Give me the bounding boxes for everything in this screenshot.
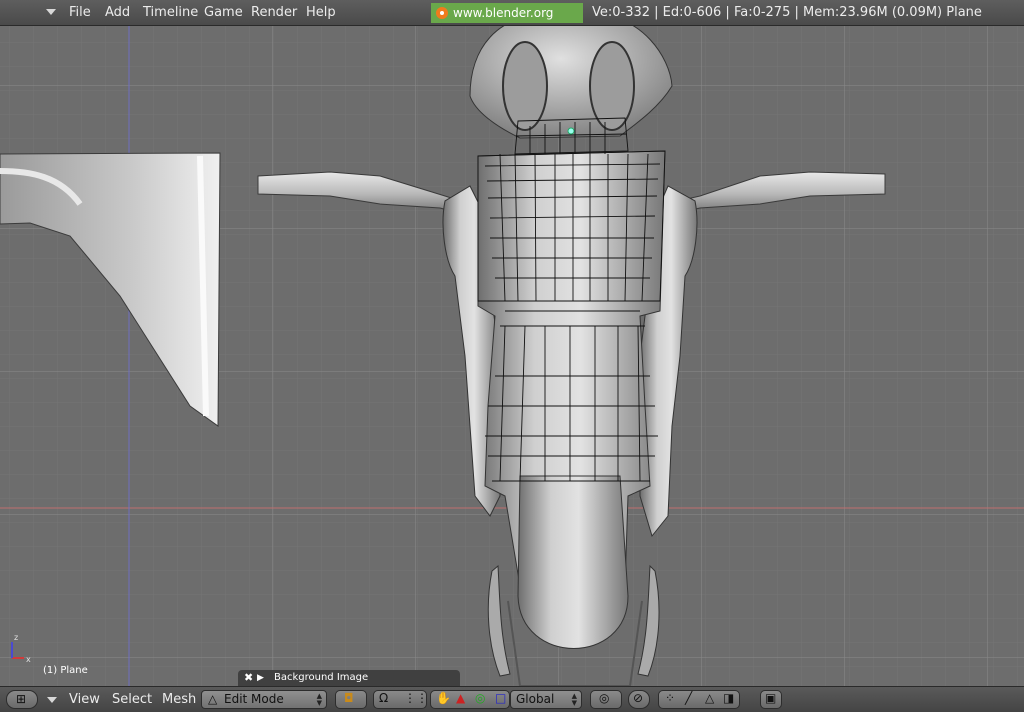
viewport-header: ⊞ View Select Mesh △ Edit Mode ▲ ▼ ◘ Ω ⋮⋮… [0, 686, 1024, 712]
object-name-label: (1) Plane [43, 665, 88, 676]
rotate-icon[interactable]: ◎ [475, 691, 485, 705]
orientation-dropdown[interactable]: Global ▲ ▼ [510, 690, 582, 709]
pivot-icon: Ω [379, 691, 389, 705]
menu-select[interactable]: Select [112, 692, 152, 707]
edit-mode-icon: △ [208, 692, 218, 706]
edge-select-icon[interactable]: ╱ [685, 691, 692, 705]
mode-value: Edit Mode [224, 692, 284, 706]
header-collapse-icon[interactable] [46, 9, 56, 15]
top-header: File Add Timeline Game Render Help www.b… [0, 0, 1024, 40]
image-icon: ▣ [765, 691, 777, 705]
background-image-label: Background Image [274, 672, 369, 683]
menu-file[interactable]: File [69, 5, 91, 20]
close-icon[interactable]: ✖ [244, 670, 253, 686]
mode-dropdown[interactable]: △ Edit Mode ▲ ▼ [201, 690, 327, 709]
translate-icon[interactable]: ▲ [456, 691, 465, 705]
grid-view-icon: ⊞ [16, 692, 27, 706]
menu-help[interactable]: Help [306, 5, 336, 20]
dropdown-arrows-icon: ▲ ▼ [571, 692, 577, 707]
hand-icon[interactable]: ✋ [436, 691, 451, 705]
3d-viewport[interactable]: x z [0, 15, 1024, 687]
proportional-icon: ◎ [599, 691, 610, 705]
header-collapse-icon[interactable] [47, 697, 57, 703]
orientation-value: Global [516, 692, 555, 706]
menu-mesh[interactable]: Mesh [162, 692, 196, 707]
draw-type-button[interactable]: ◘ [335, 690, 367, 709]
transform-widgets[interactable]: ✋ ▲ ◎ □ [430, 690, 510, 709]
menu-view[interactable]: View [69, 692, 100, 707]
menu-add[interactable]: Add [105, 5, 130, 20]
pivot-button[interactable]: Ω ⋮⋮ [373, 690, 428, 709]
scale-icon[interactable]: □ [495, 691, 506, 705]
menu-game[interactable]: Game [204, 5, 243, 20]
expand-arrow-icon[interactable]: ▶ [257, 670, 264, 686]
select-mode-group[interactable]: ⁘ ╱ △ ◨ [658, 690, 740, 709]
cube-icon[interactable]: ◨ [723, 691, 734, 705]
proportional-edit-button[interactable]: ◎ [590, 690, 622, 709]
occlude-icon: ⊘ [633, 691, 644, 705]
face-select-icon[interactable]: △ [705, 691, 714, 705]
editor-type-button[interactable]: ⊞ [6, 690, 38, 709]
gizmo-z-label: z [14, 633, 18, 642]
menu-timeline[interactable]: Timeline [143, 5, 198, 20]
occlude-button[interactable]: ⊘ [628, 690, 650, 709]
background-image-panel[interactable]: ✖ ▶ Background Image [238, 670, 460, 686]
blender-logo-icon [436, 7, 448, 19]
gizmo-x-label: x [26, 655, 31, 664]
version-badge: www.blender.org 249.2 [431, 3, 583, 40]
render-preview-button[interactable]: ▣ [760, 690, 782, 709]
scene-stats: Ve:0-332 | Ed:0-606 | Fa:0-275 | Mem:23.… [592, 5, 982, 20]
shading-icon: ◘ [344, 691, 354, 705]
vertex-select-icon[interactable]: ⁘ [665, 691, 675, 705]
dropdown-arrows-icon: ▲ ▼ [316, 692, 322, 707]
viewport-canvas[interactable]: x z [0, 15, 1024, 687]
snap-icon: ⋮⋮ [404, 691, 428, 705]
menu-render[interactable]: Render [251, 5, 297, 20]
